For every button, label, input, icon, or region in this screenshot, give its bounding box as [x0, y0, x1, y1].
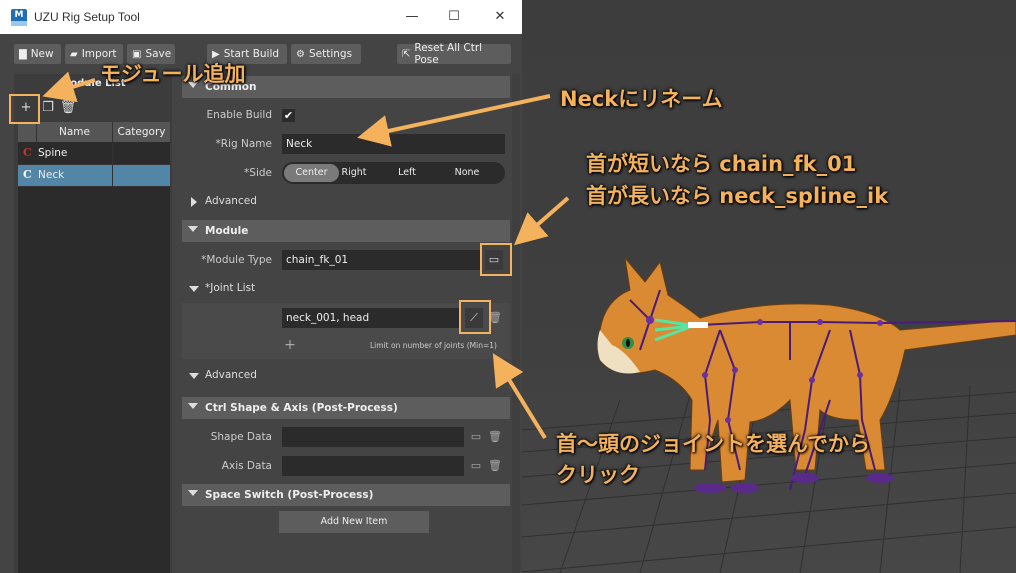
delete-module-icon[interactable]: 🗑: [59, 99, 77, 117]
toolbar: ▇ New ▰ Import ▣ Save ▶ Start Build ⚙ Setting…: [0, 34, 522, 72]
collapse-arrow-icon: [188, 403, 198, 409]
new-label: New: [30, 48, 54, 60]
module-type-input[interactable]: chain_fk_01: [282, 250, 480, 270]
joint-list-toggle[interactable]: *Joint List: [182, 279, 510, 299]
collapse-arrow-icon: [188, 490, 198, 496]
ctrl-shape-header-label: Ctrl Shape & Axis (Post-Process): [205, 402, 398, 414]
name-column-header[interactable]: Name: [37, 122, 113, 142]
reset-icon: ⇱: [402, 48, 411, 60]
module-header-label: Module: [205, 225, 249, 237]
folder-icon: ▰: [70, 48, 78, 60]
joint-list-label: *Joint List: [205, 282, 256, 294]
side-label: *Side: [244, 167, 272, 179]
annotation-rename: Neckにリネーム: [560, 87, 723, 111]
advanced-label: Advanced: [205, 369, 257, 381]
side-option-left[interactable]: Left: [392, 164, 422, 182]
ctrl-shape-section-header[interactable]: Ctrl Shape & Axis (Post-Process): [182, 397, 510, 419]
collapse-arrow-icon: [188, 226, 198, 232]
collapse-arrow-icon: [189, 286, 199, 292]
new-button[interactable]: ▇ New: [14, 44, 61, 64]
enable-build-label: Enable Build: [206, 109, 272, 121]
module-type-tag: C: [23, 168, 32, 181]
joint-limit-text: Limit on number of joints (Min=1): [370, 341, 497, 350]
properties-scrollbar[interactable]: [512, 74, 520, 573]
add-module-highlight: [9, 94, 40, 124]
annotation-joint-hint-2: クリック: [556, 463, 640, 487]
common-advanced-toggle[interactable]: Advanced: [182, 192, 510, 212]
settings-button[interactable]: ⚙ Settings: [291, 44, 361, 64]
module-table: Name Category C Spine C Neck: [18, 122, 170, 573]
side-option-right[interactable]: Right: [339, 164, 369, 182]
app-icon: M: [11, 8, 27, 26]
annotation-type-hint-1: 首が短いなら chain_fk_01: [586, 152, 857, 176]
gear-icon: ⚙: [296, 48, 305, 60]
expand-arrow-icon: [191, 197, 197, 207]
add-joint-row-button[interactable]: +: [283, 335, 297, 355]
space-switch-section-header[interactable]: Space Switch (Post-Process): [182, 484, 510, 506]
annotation-add-module: モジュール追加: [100, 62, 246, 86]
shape-data-label: Shape Data: [210, 431, 272, 443]
module-type-tag: C: [23, 146, 32, 159]
module-row-spine[interactable]: C Spine: [18, 143, 170, 165]
module-list-panel: Module List + ❐ 🗑 Name Category C Spine …: [14, 74, 172, 573]
shape-data-browse-icon[interactable]: ▭: [469, 427, 483, 447]
module-type-label: *Module Type: [201, 254, 272, 266]
rig-name-label: *Rig Name: [215, 138, 272, 150]
reset-label: Reset All Ctrl Pose: [414, 42, 483, 66]
advanced-label: Advanced: [205, 195, 257, 207]
type-column-header: [18, 122, 37, 142]
rig-setup-window: M UZU Rig Setup Tool — ☐ ✕ ▇ New ▰ Import …: [0, 0, 522, 573]
window-title: UZU Rig Setup Tool: [34, 10, 140, 24]
side-option-none[interactable]: None: [447, 164, 487, 182]
duplicate-module-button[interactable]: ❐: [39, 99, 57, 117]
annotation-type-hint-2: 首が長いなら neck_spline_ik: [586, 184, 889, 208]
add-new-item-button[interactable]: Add New Item: [279, 511, 429, 533]
module-name: Neck: [38, 169, 65, 181]
rig-name-input[interactable]: Neck: [282, 134, 505, 154]
axis-data-input[interactable]: [282, 456, 464, 476]
axis-data-label: Axis Data: [221, 460, 272, 472]
annotation-joint-hint-1: 首～頭のジョイントを選んでから: [556, 432, 870, 456]
category-column-header[interactable]: Category: [113, 122, 170, 142]
enable-build-checkbox[interactable]: ✔: [282, 109, 295, 122]
maximize-button[interactable]: ☐: [439, 6, 469, 28]
axis-data-clear-icon[interactable]: 🗑: [488, 456, 502, 476]
new-file-icon: ▇: [19, 48, 27, 60]
module-category: [112, 143, 113, 164]
module-type-browse-highlight: [480, 243, 512, 276]
space-switch-header-label: Space Switch (Post-Process): [205, 489, 374, 501]
module-row-neck[interactable]: C Neck: [18, 165, 170, 187]
shape-data-clear-icon[interactable]: 🗑: [488, 427, 502, 447]
module-advanced-toggle[interactable]: Advanced: [182, 366, 510, 386]
close-button[interactable]: ✕: [485, 6, 515, 28]
reset-ctrl-pose-button[interactable]: ⇱ Reset All Ctrl Pose: [397, 42, 511, 66]
minimize-button[interactable]: —: [397, 6, 427, 28]
joint-list-input[interactable]: neck_001, head: [282, 308, 460, 328]
module-section-header[interactable]: Module: [182, 220, 510, 242]
side-selector: Center Right Left None: [282, 162, 505, 184]
module-category: [112, 165, 113, 186]
collapse-arrow-icon: [189, 373, 199, 379]
axis-data-browse-icon[interactable]: ▭: [469, 456, 483, 476]
module-table-header: Name Category: [18, 122, 170, 142]
settings-label: Settings: [308, 48, 353, 60]
pick-joints-highlight: [459, 300, 491, 334]
side-option-center[interactable]: Center: [284, 164, 339, 182]
shape-data-input[interactable]: [282, 427, 464, 447]
module-name: Spine: [38, 147, 68, 159]
title-bar[interactable]: M UZU Rig Setup Tool — ☐ ✕: [0, 0, 522, 34]
